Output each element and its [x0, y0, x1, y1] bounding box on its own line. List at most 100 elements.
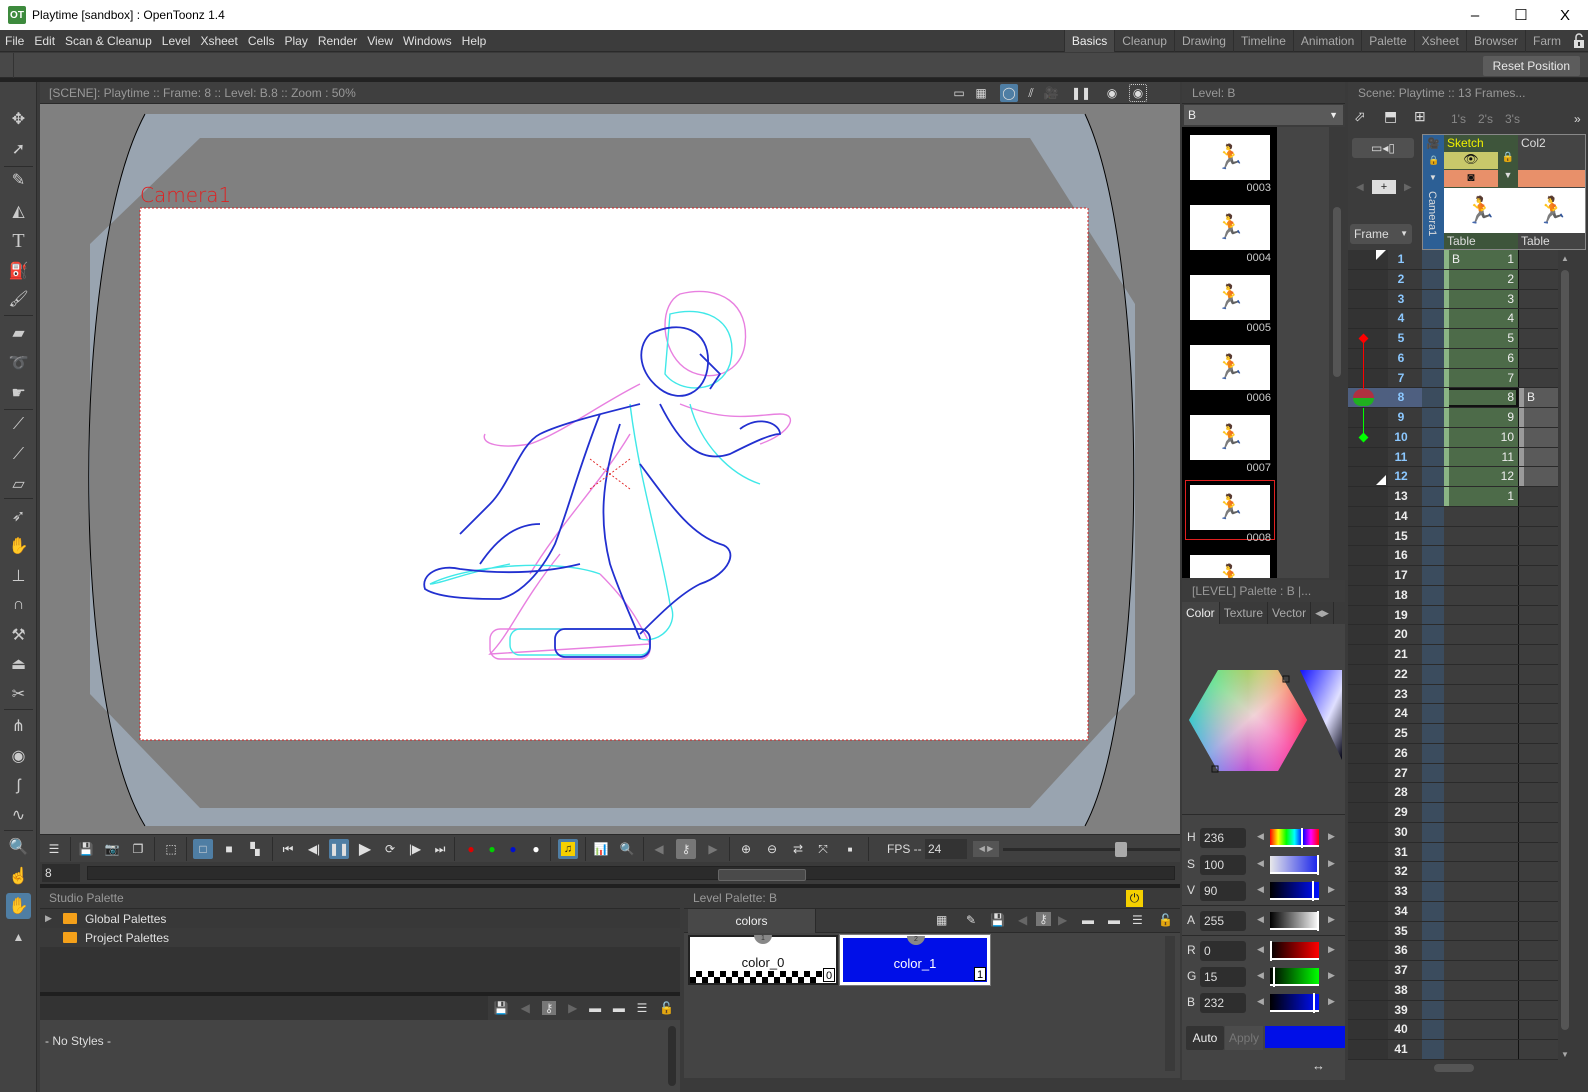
key-icon[interactable]: ⚷ [676, 839, 696, 859]
frame-zoom-dropdown[interactable]: Frame ▼ [1350, 224, 1412, 244]
xsheet-row[interactable]: 20 [1348, 625, 1558, 645]
locator-icon[interactable]: 🔍 [617, 839, 637, 859]
level-frame-thumbnail[interactable]: 🏃 [1190, 345, 1270, 390]
room-tab-cleanup[interactable]: Cleanup [1114, 30, 1174, 52]
ruler-tool-icon[interactable]: ▱ [6, 471, 31, 497]
slider-handle[interactable] [1317, 911, 1319, 931]
level-strip-frames[interactable]: 🏃0003🏃0004🏃0005🏃0006🏃0007🏃0008🏃0009 [1182, 127, 1277, 578]
step-1s-button[interactable]: 1's [1451, 112, 1466, 126]
toolbar-expand-icon[interactable]: ▲ [6, 924, 31, 950]
camera-view-icon[interactable]: 🎥 [1042, 84, 1060, 102]
iron-tool-icon[interactable]: ⏏ [6, 651, 31, 677]
sub-camera-preview-icon[interactable]: ◉ [1129, 84, 1147, 102]
minimize-button[interactable]: – [1452, 0, 1498, 30]
add-memo-icon[interactable]: + [1372, 180, 1396, 194]
room-tab-browser[interactable]: Browser [1465, 30, 1525, 52]
xsheet-row[interactable]: 27 [1348, 763, 1558, 784]
menu-xsheet[interactable]: Xsheet [195, 30, 242, 52]
increment-arrow-icon[interactable]: ▶ [1328, 970, 1335, 981]
xsheet-cell[interactable] [1444, 1040, 1518, 1059]
fps-slider-track[interactable] [1003, 848, 1180, 851]
alpha-channel-icon[interactable]: ● [526, 839, 546, 859]
toolbar-grip[interactable] [0, 53, 14, 78]
increment-arrow-icon[interactable]: ▶ [1328, 914, 1335, 925]
increment-arrow-icon[interactable]: ▶ [1328, 996, 1335, 1007]
xsheet-row[interactable]: 25 [1348, 724, 1558, 744]
xsheet-row[interactable]: 24 [1348, 704, 1558, 724]
xsheet-cell[interactable] [1518, 526, 1558, 546]
xsheet-cell[interactable] [1518, 447, 1558, 467]
maximize-button[interactable]: ☐ [1498, 0, 1544, 30]
xsheet-row[interactable]: 31 [1348, 842, 1558, 863]
pump-tool-icon[interactable]: ⊥ [6, 563, 31, 589]
view-options-icon[interactable]: ☰ [1132, 913, 1143, 927]
onion-skin-icon[interactable]: ⫽ [1022, 84, 1040, 102]
rotate-tool-icon[interactable]: ☝ [6, 863, 31, 889]
menu-cells[interactable]: Cells [243, 30, 280, 52]
tracker-tool-icon[interactable]: ◉ [6, 743, 31, 769]
xsheet-cell[interactable] [1518, 664, 1558, 684]
prev-key-icon[interactable]: ◀ [649, 839, 669, 859]
xsheet-cell[interactable] [1518, 684, 1558, 704]
resize-handle-icon[interactable]: ↔ [1312, 1058, 1325, 1073]
decrement-arrow-icon[interactable]: ◀ [1257, 831, 1264, 842]
lock-palette-icon[interactable]: 🔓 [1158, 913, 1173, 927]
room-tab-animation[interactable]: Animation [1292, 30, 1361, 52]
xsheet-cell[interactable] [1444, 980, 1518, 1000]
white-background-icon[interactable]: □ [193, 839, 213, 859]
xsheet-cell[interactable] [1444, 546, 1518, 565]
key-icon[interactable]: ⚷ [541, 1001, 557, 1015]
flip-horizontal-icon[interactable]: ⇄ [788, 839, 808, 859]
decrement-arrow-icon[interactable]: ◀ [1257, 914, 1264, 925]
skeleton-tool-icon[interactable]: ⋔ [6, 713, 31, 739]
eraser-tool-icon[interactable]: ▰ [6, 320, 31, 346]
xsheet-cell[interactable] [1518, 901, 1558, 921]
xsheet-row[interactable]: 30 [1348, 822, 1558, 843]
next-key-icon[interactable]: ▶ [568, 1001, 577, 1015]
xsheet-row[interactable]: 32 [1348, 862, 1558, 882]
xsheet-cell[interactable] [1444, 585, 1518, 605]
hook-tool-icon[interactable]: ʃ [6, 773, 31, 799]
xsheet-cell[interactable] [1518, 566, 1558, 585]
view-mode-icon[interactable]: ▦ [936, 913, 947, 927]
new-style-icon[interactable]: ▬ [589, 1001, 601, 1015]
horizontal-scrollbar[interactable] [1424, 1062, 1564, 1074]
xsheet-cell[interactable] [1444, 803, 1518, 822]
menu-help[interactable]: Help [457, 30, 492, 52]
channel-value-field[interactable]: 0 [1200, 941, 1246, 961]
xsheet-row[interactable]: 29 [1348, 803, 1558, 823]
level-frame-thumbnail[interactable]: 🏃 [1190, 275, 1270, 320]
3d-view-toggle-icon[interactable]: ◯ [1000, 84, 1018, 102]
scrollbar[interactable] [668, 1026, 676, 1086]
increment-arrow-icon[interactable]: ▶ [1328, 944, 1335, 955]
xsheet-cell[interactable] [1518, 822, 1558, 842]
increment-arrow-icon[interactable]: ▶ [1328, 884, 1335, 895]
xsheet-cell[interactable] [1444, 1020, 1518, 1039]
xsheet-cell[interactable] [1518, 546, 1558, 565]
plastic-tool-icon[interactable]: ∿ [6, 802, 31, 828]
xsheet-cell[interactable] [1444, 763, 1518, 783]
slider-handle[interactable] [1270, 941, 1272, 961]
xsheet-cell[interactable] [1518, 605, 1558, 625]
xsheet-row[interactable]: 22 [1348, 664, 1558, 685]
loop-button[interactable]: ⟳ [380, 839, 400, 859]
xsheet-cell[interactable] [1444, 645, 1518, 664]
next-key-icon[interactable]: ▶ [703, 839, 723, 859]
last-frame-button[interactable]: ⏭ [430, 839, 450, 859]
next-memo-icon[interactable]: ▶ [1404, 182, 1412, 193]
xsheet-cell[interactable] [1444, 862, 1518, 881]
channel-value-field[interactable]: 15 [1200, 967, 1246, 987]
xsheet-cell[interactable] [1444, 704, 1518, 723]
slider-handle[interactable] [1317, 855, 1319, 875]
xsheet-cell[interactable]: 6 [1444, 348, 1518, 368]
xsheet-row[interactable]: 40 [1348, 1020, 1558, 1040]
xsheet-cell[interactable] [1518, 1040, 1558, 1059]
xsheet-cell[interactable] [1518, 980, 1558, 1000]
xsheet-cell-area[interactable]: 1 B 1 2 2 3 3 4 4 5 5 6 6 7 7 8 8 B 9 9 10 10 11 11 12 12 13 1 14 15 1… [1348, 250, 1558, 1060]
xsheet-cell[interactable] [1518, 368, 1558, 388]
xsheet-cell[interactable]: 4 [1444, 309, 1518, 328]
xsheet-cell[interactable] [1444, 941, 1518, 960]
prev-key-icon[interactable]: ◀ [521, 1001, 530, 1015]
xsheet-row[interactable]: 39 [1348, 1000, 1558, 1021]
channel-slider[interactable] [1270, 828, 1319, 848]
